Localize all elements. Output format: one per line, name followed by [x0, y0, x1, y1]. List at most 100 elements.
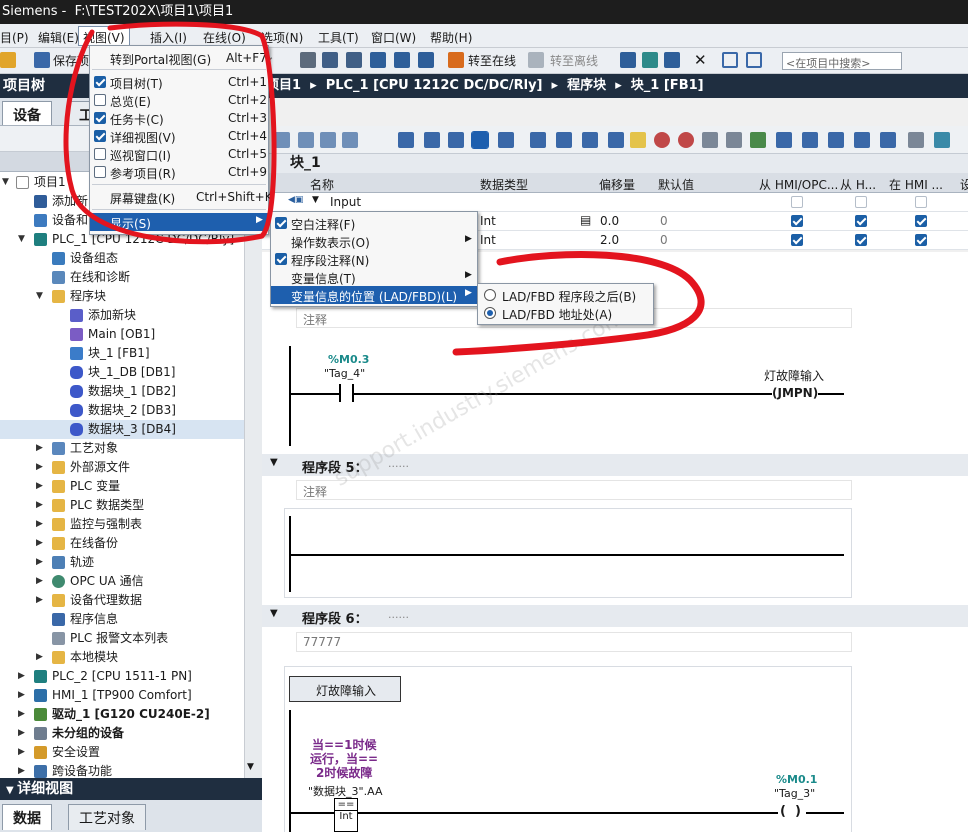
menu-item-task-cards[interactable]: 任务卡(C) Ctrl+3 — [90, 109, 268, 127]
cell-default[interactable]: 0 — [660, 233, 668, 247]
tree-item[interactable]: ▶ 在线备份 — [0, 534, 244, 553]
col-from-h[interactable]: 从 H... — [840, 176, 876, 193]
tree-item[interactable]: 添加新块 — [0, 306, 244, 325]
scroll-down-icon[interactable]: ▼ — [247, 762, 254, 772]
split-horizontal-icon[interactable] — [722, 52, 738, 68]
editor-tool-icon[interactable] — [342, 132, 358, 148]
tree-item[interactable]: 设备组态 — [0, 249, 244, 268]
expand-networks-icon[interactable] — [448, 132, 464, 148]
tab-data[interactable]: 数据 — [2, 804, 52, 830]
cell-default[interactable]: 0 — [660, 214, 668, 228]
tree-item[interactable]: 块_1 [FB1] — [0, 344, 244, 363]
editor-tool-icon[interactable] — [908, 132, 924, 148]
tree-item[interactable]: Main [OB1] — [0, 325, 244, 344]
contact-left-icon[interactable] — [339, 384, 341, 402]
menu-view[interactable]: 视图(V) — [78, 26, 130, 46]
tree-item[interactable]: ▶ 轨迹 — [0, 553, 244, 572]
menu-item-after-network[interactable]: LAD/FBD 程序段之后(B) — [478, 286, 653, 304]
in-hmi-checkbox[interactable] — [915, 215, 927, 227]
network-tool-icon[interactable] — [498, 132, 514, 148]
project-search-input[interactable]: <在项目中搜索> — [782, 52, 902, 70]
menu-options[interactable]: 选项(N) — [261, 29, 303, 46]
tree-item[interactable]: ▶ 本地模块 — [0, 648, 244, 667]
col-datatype[interactable]: 数据类型 — [480, 176, 528, 193]
monitor-icon[interactable] — [418, 52, 434, 68]
col-hmi-opc[interactable]: 从 HMI/OPC... — [759, 176, 838, 193]
datatype-picker-icon[interactable]: ▤ — [580, 213, 591, 227]
tree-item[interactable]: 在线和诊断 — [0, 268, 244, 287]
tree-item[interactable]: ▶ PLC_2 [CPU 1511-1 PN] — [0, 667, 244, 686]
editor-tool-icon[interactable] — [274, 132, 290, 148]
download-icon[interactable] — [322, 52, 338, 68]
editor-tool-icon[interactable] — [776, 132, 792, 148]
cell-datatype[interactable]: Int — [480, 233, 496, 247]
network-comment[interactable]: 注释 — [296, 480, 852, 500]
tab-technology-objects[interactable]: 工艺对象 — [68, 804, 146, 830]
monitor-off-icon[interactable] — [654, 132, 670, 148]
stop-sim-icon[interactable] — [394, 52, 410, 68]
coil-icon[interactable]: ( ) — [780, 804, 801, 819]
editor-tool-icon[interactable] — [702, 132, 718, 148]
delete-network-icon[interactable] — [424, 132, 440, 148]
menu-project[interactable]: 目(P) — [0, 29, 29, 46]
tree-item[interactable]: ▶ HMI_1 [TP900 Comfort] — [0, 686, 244, 705]
network-tool-icon[interactable] — [608, 132, 624, 148]
tree-item[interactable]: ▶ 监控与强制表 — [0, 515, 244, 534]
stop-cpu-icon[interactable] — [664, 52, 680, 68]
collapse-icon[interactable]: ▼ — [270, 608, 278, 619]
editor-tool-icon[interactable] — [854, 132, 870, 148]
editor-tool-icon[interactable] — [726, 132, 742, 148]
breadcrumb-project[interactable]: 项目1 — [266, 78, 301, 93]
tree-item[interactable]: ▶ 工艺对象 — [0, 439, 244, 458]
comment-toggle-icon[interactable] — [471, 131, 489, 149]
menu-item-tag-information[interactable]: 变量信息(T) ▶ — [271, 268, 477, 286]
menu-help[interactable]: 帮助(H) — [430, 29, 472, 46]
menu-edit[interactable]: 编辑(E) — [38, 29, 79, 46]
menu-window[interactable]: 窗口(W) — [371, 29, 416, 46]
go-online-icon[interactable] — [448, 52, 464, 68]
from-h-checkbox[interactable] — [855, 215, 867, 227]
menu-item-show[interactable]: 显示(S) ▶ — [90, 213, 268, 231]
upload-icon[interactable] — [346, 52, 362, 68]
tree-item[interactable]: 数据块_2 [DB3] — [0, 401, 244, 420]
tree-item[interactable]: 程序信息 — [0, 610, 244, 629]
network-6-header[interactable]: ▼ 程序段 6： ...... — [262, 605, 968, 627]
menu-item-project-tree[interactable]: 项目树(T) Ctrl+1 — [90, 73, 268, 91]
go-online-button[interactable]: 转至在线 — [468, 52, 516, 69]
menu-tools[interactable]: 工具(T) — [318, 29, 359, 46]
menu-item-portal-view[interactable]: 转到Portal视图(G) Alt+F7 — [90, 49, 268, 67]
menu-item-tag-info-position[interactable]: 变量信息的位置 (LAD/FBD)(L) ▶ — [271, 286, 477, 304]
save-project-label[interactable]: 保存项 — [53, 52, 89, 69]
menu-insert[interactable]: 插入(I) — [150, 29, 187, 46]
tab-devices[interactable]: 设备 — [2, 101, 52, 125]
menu-item-reference-projects[interactable]: 参考项目(R) Ctrl+9 — [90, 163, 268, 181]
jump-label-box[interactable]: 灯故障输入 — [289, 676, 401, 702]
tree-item[interactable]: ▶ 设备代理数据 — [0, 591, 244, 610]
hmi-opc-checkbox[interactable] — [791, 234, 803, 246]
hmi-opc-checkbox[interactable] — [791, 215, 803, 227]
menu-item-inspector-window[interactable]: 巡视窗口(I) Ctrl+5 — [90, 145, 268, 163]
tree-item[interactable]: ▶ 外部源文件 — [0, 458, 244, 477]
tree-item[interactable]: PLC 报警文本列表 — [0, 629, 244, 648]
jmpn-coil[interactable]: (JMPN) — [772, 386, 819, 400]
cell-datatype[interactable]: Int — [480, 214, 496, 228]
menu-item-screen-keyboard[interactable]: 屏幕键盘(K) Ctrl+Shift+K — [90, 188, 273, 206]
col-default[interactable]: 默认值 — [658, 176, 694, 193]
breadcrumb-block[interactable]: 块_1 [FB1] — [631, 78, 704, 93]
close-icon[interactable]: ✕ — [694, 51, 707, 69]
tree-item[interactable]: ▶ PLC 数据类型 — [0, 496, 244, 515]
menu-item-network-comments[interactable]: 程序段注释(N) — [271, 250, 477, 268]
tree-item[interactable]: ▼ 程序块 — [0, 287, 244, 306]
insert-network-icon[interactable] — [398, 132, 414, 148]
collapse-icon[interactable]: ▼ — [312, 195, 319, 205]
go-offline-button[interactable]: 转至离线 — [550, 52, 598, 69]
menu-item-operand-representation[interactable]: 操作数表示(O) ▶ — [271, 232, 477, 250]
compare-tag[interactable]: "数据块_3".AA — [308, 783, 382, 799]
editor-tool-icon[interactable] — [934, 132, 950, 148]
editor-tool-icon[interactable] — [880, 132, 896, 148]
favorites-icon[interactable] — [630, 132, 646, 148]
from-h-checkbox[interactable] — [855, 234, 867, 246]
in-hmi-checkbox[interactable] — [915, 234, 927, 246]
start-cpu-icon[interactable] — [642, 52, 658, 68]
breadcrumb-program-blocks[interactable]: 程序块 — [567, 78, 606, 93]
